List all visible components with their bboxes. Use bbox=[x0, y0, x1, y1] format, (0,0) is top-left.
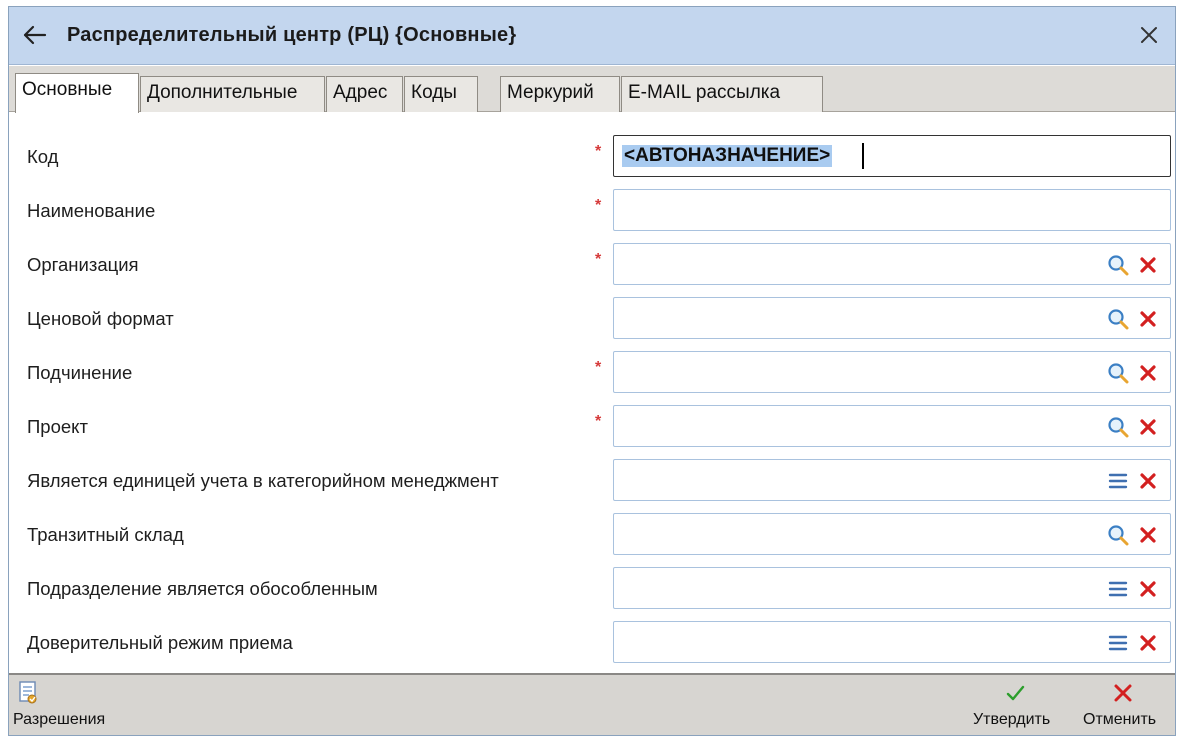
cancel-label: Отменить bbox=[1083, 711, 1157, 728]
form-row-cenovoy-format: Ценовой формат bbox=[9, 297, 1175, 341]
list-icon[interactable] bbox=[1106, 631, 1130, 655]
arrow-left-icon bbox=[23, 25, 47, 45]
form-row-kod: Код * <АВТОНАЗНАЧЕНИЕ> bbox=[9, 135, 1175, 179]
kod-value: <АВТОНАЗНАЧЕНИЕ> bbox=[622, 145, 833, 167]
permissions-button[interactable]: Разрешения bbox=[13, 681, 129, 733]
permissions-icon bbox=[19, 681, 37, 704]
tab-strip: Основные Дополнительные Адрес Коды Мерку… bbox=[9, 66, 1175, 113]
tab-adres[interactable]: Адрес bbox=[326, 76, 403, 112]
clear-icon[interactable] bbox=[1136, 523, 1160, 547]
field-label: Подчинение bbox=[27, 362, 133, 383]
clear-icon[interactable] bbox=[1136, 253, 1160, 277]
form-content: Код * <АВТОНАЗНАЧЕНИЕ> Наименование * Ор… bbox=[9, 113, 1175, 673]
list-icon[interactable] bbox=[1106, 469, 1130, 493]
tranzitnyy-sklad-input[interactable] bbox=[613, 513, 1171, 555]
required-mark: * bbox=[595, 197, 602, 214]
field-label: Организация bbox=[27, 254, 139, 275]
dialog-title: Распределительный центр (РЦ) {Основные} bbox=[67, 24, 517, 46]
approve-button[interactable]: Утвердить bbox=[971, 681, 1071, 733]
clear-icon[interactable] bbox=[1136, 469, 1160, 493]
approve-label: Утвердить bbox=[973, 711, 1051, 728]
obosoblennoe-select[interactable] bbox=[613, 567, 1171, 609]
proekt-input[interactable] bbox=[613, 405, 1171, 447]
required-mark: * bbox=[595, 413, 602, 430]
field-label: Доверительный режим приема bbox=[27, 632, 293, 653]
field-label: Является единицей учета в категорийном м… bbox=[27, 470, 499, 491]
tab-kody[interactable]: Коды bbox=[404, 76, 478, 112]
form-row-proekt: Проект * bbox=[9, 405, 1175, 449]
form-row-obosoblennoe: Подразделение является обособленным bbox=[9, 567, 1175, 611]
tab-osnovnye[interactable]: Основные bbox=[15, 73, 139, 113]
cancel-button[interactable]: Отменить bbox=[1081, 681, 1173, 733]
required-mark: * bbox=[595, 251, 602, 268]
kod-input[interactable]: <АВТОНАЗНАЧЕНИЕ> bbox=[613, 135, 1171, 177]
form-row-tranzitnyy-sklad: Транзитный склад bbox=[9, 513, 1175, 557]
organizaciya-input[interactable] bbox=[613, 243, 1171, 285]
clear-icon[interactable] bbox=[1136, 415, 1160, 439]
close-icon bbox=[1141, 27, 1157, 43]
cancel-x-icon bbox=[1114, 684, 1132, 702]
required-mark: * bbox=[595, 143, 602, 160]
required-mark: * bbox=[595, 359, 602, 376]
form-row-organizaciya: Организация * bbox=[9, 243, 1175, 287]
cenovoy-format-input[interactable] bbox=[613, 297, 1171, 339]
field-label: Подразделение является обособленным bbox=[27, 578, 378, 599]
close-button[interactable] bbox=[1133, 19, 1165, 51]
form-row-edinica-ucheta: Является единицей учета в категорийном м… bbox=[9, 459, 1175, 503]
field-label: Код bbox=[27, 146, 59, 167]
clear-icon[interactable] bbox=[1136, 577, 1160, 601]
bottom-toolbar: Разрешения Утвердить Отменить bbox=[9, 673, 1175, 735]
field-label: Наименование bbox=[27, 200, 156, 221]
doveritelnyy-rezhim-select[interactable] bbox=[613, 621, 1171, 663]
search-icon[interactable] bbox=[1106, 307, 1130, 331]
clear-icon[interactable] bbox=[1136, 631, 1160, 655]
form-row-naimenovanie: Наименование * bbox=[9, 189, 1175, 233]
form-row-podchinenie: Подчинение * bbox=[9, 351, 1175, 395]
field-label: Проект bbox=[27, 416, 88, 437]
permissions-label: Разрешения bbox=[13, 711, 106, 728]
field-label: Ценовой формат bbox=[27, 308, 174, 329]
clear-icon[interactable] bbox=[1136, 307, 1160, 331]
search-icon[interactable] bbox=[1106, 253, 1130, 277]
list-icon[interactable] bbox=[1106, 577, 1130, 601]
podchinenie-input[interactable] bbox=[613, 351, 1171, 393]
tab-dopolnitelnye[interactable]: Дополнительные bbox=[140, 76, 325, 112]
form-row-doveritelnyy-rezhim: Доверительный режим приема bbox=[9, 621, 1175, 665]
search-icon[interactable] bbox=[1106, 523, 1130, 547]
tab-merkuriy[interactable]: Меркурий bbox=[500, 76, 620, 112]
back-button[interactable] bbox=[17, 19, 53, 51]
edinica-ucheta-select[interactable] bbox=[613, 459, 1171, 501]
text-caret bbox=[862, 143, 864, 169]
clear-icon[interactable] bbox=[1136, 361, 1160, 385]
checkmark-icon bbox=[1006, 685, 1025, 701]
search-icon[interactable] bbox=[1106, 415, 1130, 439]
search-icon[interactable] bbox=[1106, 361, 1130, 385]
dialog-window: Распределительный центр (РЦ) {Основные} … bbox=[8, 6, 1176, 736]
field-label: Транзитный склад bbox=[27, 524, 184, 545]
title-bar: Распределительный центр (РЦ) {Основные} bbox=[9, 7, 1175, 65]
naimenovanie-input[interactable] bbox=[613, 189, 1171, 231]
tab-email-rassylka[interactable]: E-MAIL рассылка bbox=[621, 76, 823, 112]
